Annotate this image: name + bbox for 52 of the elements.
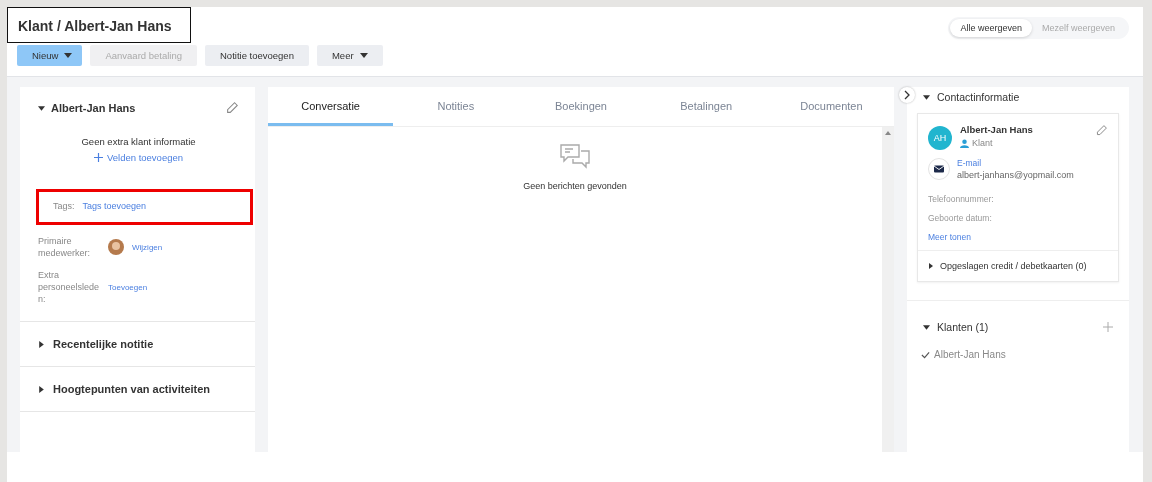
chevron-icon [904,90,910,100]
section-title: Klanten (1) [937,321,989,333]
caret-icon [359,53,368,58]
contact-role: Klant [972,138,993,148]
person-icon [960,138,969,148]
page-title: Klant / Albert-Jan Hans [7,7,191,43]
caret-icon[interactable] [928,263,934,269]
caret-icon[interactable] [38,340,45,348]
caret-icon [64,53,73,58]
add-tags-link[interactable]: Tags toevoegen [82,201,147,211]
client-item[interactable]: Albert-Jan Hans [934,349,1006,360]
empty-message: Geen berichten gevonden [523,181,627,191]
section-title[interactable]: Hoogtepunten van activiteiten [53,383,211,395]
pencil-icon[interactable] [225,101,239,115]
tab[interactable]: Betalingen [643,87,769,126]
pencil-icon[interactable] [1095,124,1108,137]
toggle-option[interactable]: Mezelf weergeven [1031,19,1125,37]
section-title: Contactinformatie [937,91,1020,103]
tab[interactable]: Conversatie [268,87,394,126]
email-label: E-mail [957,158,983,168]
scroll-up-icon[interactable] [885,131,891,135]
staff-label: Extra personeelsleden: [38,269,100,305]
staff-label: Primaire medewerker: [38,235,92,259]
tab[interactable]: Notities [393,87,519,126]
client-name: Albert-Jan Hans [51,102,136,114]
envelope-icon [928,158,950,180]
action-button[interactable]: Notitie toevoegen [205,45,309,66]
section-title[interactable]: Recentelijke notitie [53,338,154,350]
caret-icon[interactable] [923,93,930,101]
show-more-link[interactable]: Meer tonen [928,232,1108,242]
tags-label: Tags: [53,201,75,211]
collapse-button[interactable] [899,87,915,103]
toggle-option[interactable]: Alle weergeven [950,19,1032,37]
action-button[interactable]: Nieuw [17,45,83,66]
action-button[interactable]: Meer [316,45,383,66]
cards-section-title[interactable]: Opgeslagen credit / debetkaarten (0) [940,261,1087,271]
caret-icon[interactable] [923,323,930,331]
field-label: Telefoonnummer: [928,194,995,204]
tab[interactable]: Documenten [768,87,894,126]
caret-icon[interactable] [38,104,45,112]
caret-icon[interactable] [38,385,45,393]
initials-avatar: AH [928,126,952,150]
plus-icon [93,153,103,162]
add-fields-link[interactable]: Velden toevoegen [93,152,184,163]
email-address: albert-janhans@yopmail.com [957,170,1074,180]
empty-info-text: Geen extra klant informatie [80,136,197,147]
staff-link[interactable]: Toevoegen [108,282,148,292]
chat-icon [559,143,591,171]
tab[interactable]: Boekingen [518,87,644,126]
contact-name: Albert-Jan Hans [960,124,1033,135]
staff-link[interactable]: Wijzigen [132,242,163,252]
field-label: Geboorte datum: [928,213,993,223]
